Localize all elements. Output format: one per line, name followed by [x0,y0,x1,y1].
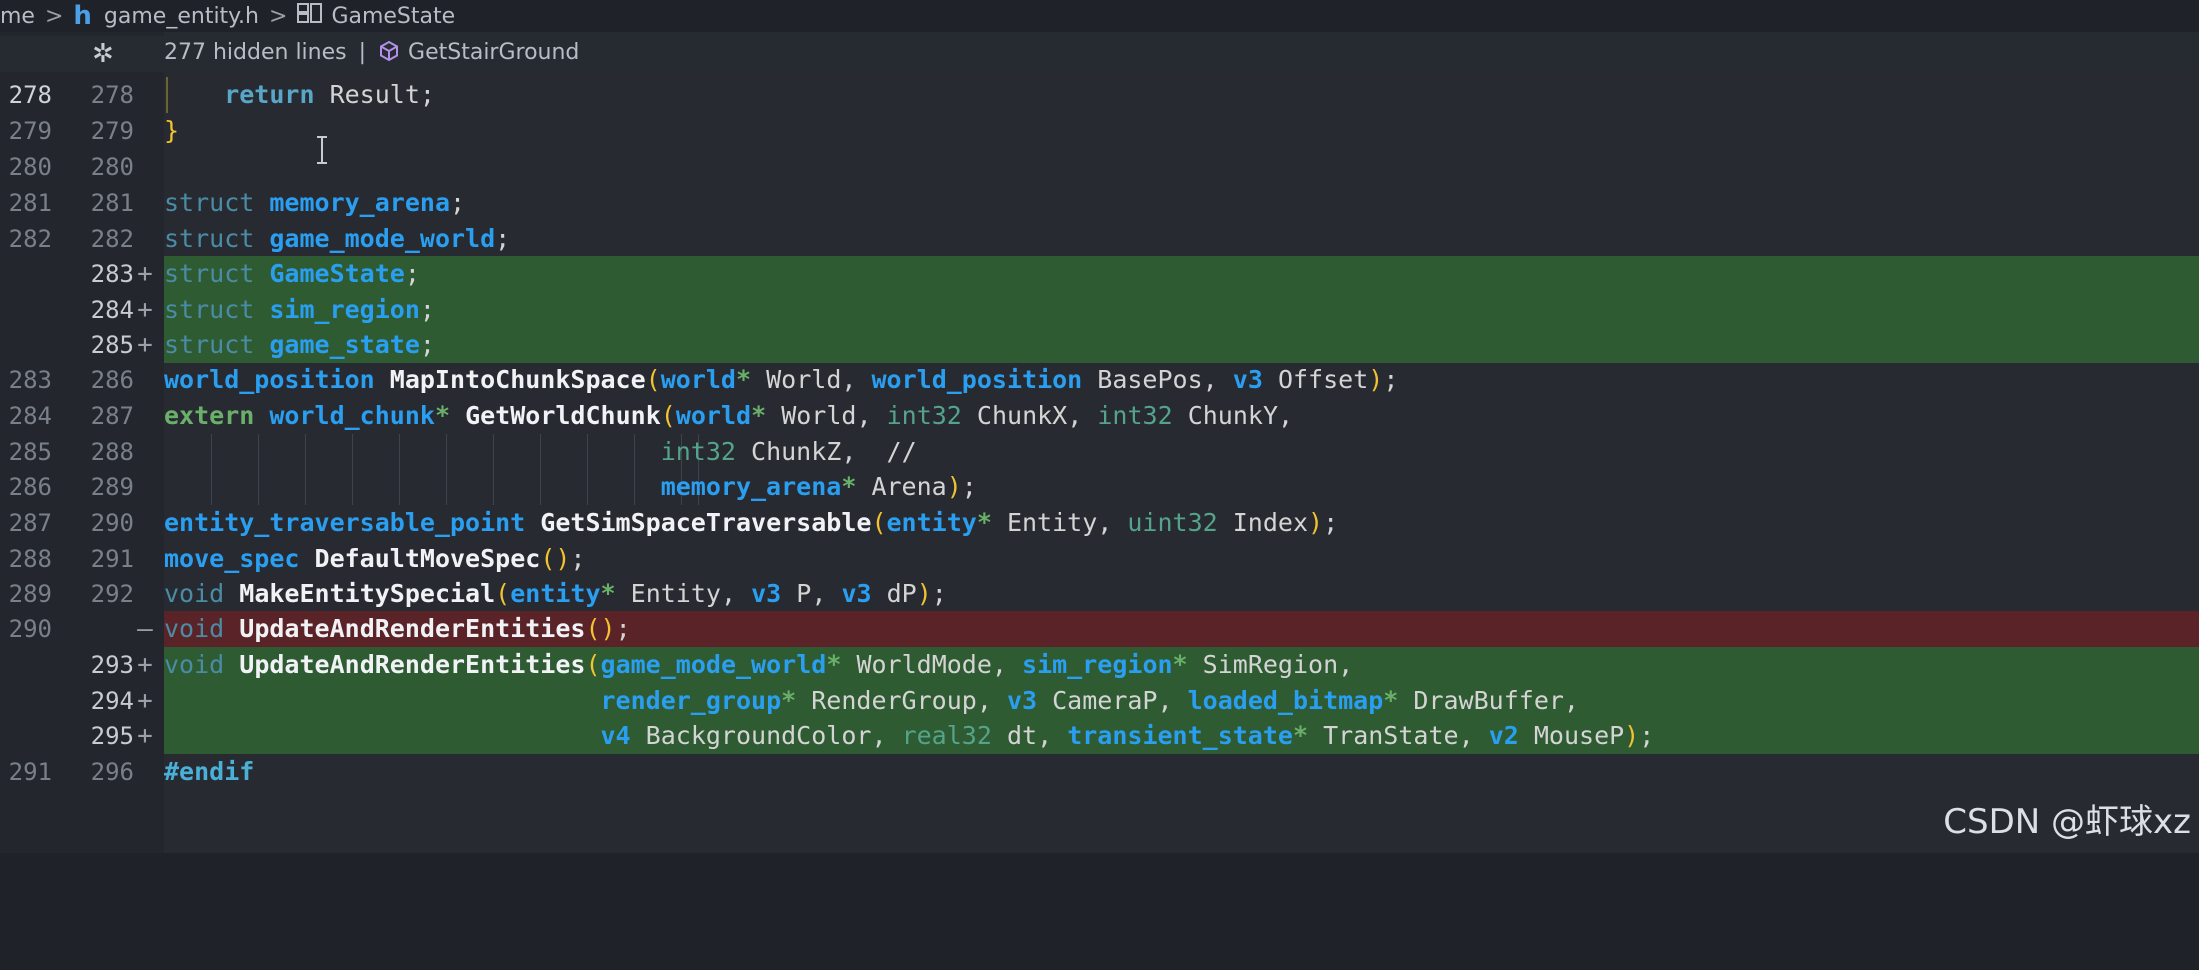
old-line-number: 291 [8,758,52,786]
hidden-lines-bar[interactable]: ✲ 277 hidden lines | GetStairGround [0,36,2199,72]
old-line-number: 283 [8,366,52,394]
code-line[interactable]: 281 281 struct memory_arena; [0,185,2199,221]
diff-added-marker: + [137,686,153,716]
old-line-number: 289 [8,580,52,608]
code-text: struct game_state; [164,330,435,359]
new-line-number: 293 [90,651,134,679]
code-line-added[interactable]: 284 + struct sim_region; [0,292,2199,328]
code-text: extern world_chunk* GetWorldChunk(world*… [164,401,1294,430]
diff-added-marker: + [137,295,153,325]
code-text: memory_arena* Arena); [660,472,977,501]
code-line[interactable]: 278 278 return Result; [0,77,2199,113]
breadcrumb: me > h game_entity.h > GameState [0,0,2199,32]
breadcrumb-symbol-label: GameState [331,3,456,29]
breadcrumb-folder-label: me [0,3,35,29]
new-line-number: 279 [90,117,134,145]
code-line-added[interactable]: 283 + struct GameState; [0,256,2199,292]
new-line-number: 294 [90,687,134,715]
new-line-number: 281 [90,189,134,217]
code-line-added[interactable]: 295 + v4 BackgroundColor, real32 dt, tra… [0,718,2199,754]
old-line-number: 280 [8,153,52,181]
new-line-number: 284 [90,296,134,324]
code-text: move_spec DefaultMoveSpec(); [164,544,586,573]
code-line[interactable]: 285 288 int32 ChunkZ, // [0,434,2199,470]
diff-added-marker: + [137,259,153,289]
code-text: void MakeEntitySpecial(entity* Entity, v… [164,579,947,608]
unfold-icon[interactable]: ✲ [92,39,114,69]
new-line-number: 278 [90,81,134,109]
code-line[interactable]: 284 287 extern world_chunk* GetWorldChun… [0,398,2199,434]
new-line-number: 292 [90,580,134,608]
new-line-number: 289 [90,473,134,501]
new-line-number: 280 [90,153,134,181]
old-line-number: 288 [8,545,52,573]
diff-added-marker: + [137,721,153,751]
code-text: } [164,116,180,145]
code-line[interactable]: 280 280 [0,149,2199,185]
new-line-number: 291 [90,545,134,573]
breadcrumb-symbol[interactable]: GameState [297,2,455,30]
code-text: #endif [164,757,255,786]
old-line-number: 279 [8,117,52,145]
old-line-number: 286 [8,473,52,501]
diff-removed-marker: — [137,614,153,644]
code-line[interactable]: 289 292 void MakeEntitySpecial(entity* E… [0,576,2199,612]
code-line-added[interactable]: 285 + struct game_state; [0,327,2199,363]
code-text: void UpdateAndRenderEntities(); [164,614,631,643]
code-text: int32 ChunkZ, // [660,437,917,466]
code-line[interactable]: 287 290 entity_traversable_point GetSimS… [0,505,2199,541]
new-line-number: 290 [90,509,134,537]
new-line-number: 282 [90,225,134,253]
sticky-symbol-label[interactable]: GetStairGround [408,40,579,65]
breadcrumb-file-label: game_entity.h [103,3,259,29]
old-line-number: 278 [8,81,52,109]
new-line-number: 296 [90,758,134,786]
code-line[interactable]: 288 291 move_spec DefaultMoveSpec(); [0,541,2199,577]
old-line-number: 281 [8,189,52,217]
code-line[interactable]: 279 279 } [0,113,2199,149]
old-line-number: 282 [8,225,52,253]
code-text: world_position MapIntoChunkSpace(world* … [164,365,1399,394]
code-text: struct game_mode_world; [164,224,511,253]
code-line-added[interactable]: 294 + render_group* RenderGroup, v3 Came… [0,683,2199,719]
code-line-removed[interactable]: 290 — void UpdateAndRenderEntities(); [0,611,2199,647]
breadcrumb-file[interactable]: h game_entity.h [73,1,259,31]
diff-added-marker: + [137,330,153,360]
text-cursor-icon [316,136,328,164]
code-line[interactable]: 282 282 struct game_mode_world; [0,221,2199,257]
new-line-number: 288 [90,438,134,466]
code-text: void UpdateAndRenderEntities(game_mode_w… [164,650,1354,679]
code-line[interactable]: 283 286 world_position MapIntoChunkSpace… [0,362,2199,398]
old-line-number: 287 [8,509,52,537]
old-line-number: 290 [8,615,52,643]
code-line[interactable]: 291 296 #endif [0,754,2199,790]
new-line-number: 286 [90,366,134,394]
code-text: render_group* RenderGroup, v3 CameraP, l… [600,686,1579,715]
new-line-number: 285 [90,331,134,359]
new-line-number: 287 [90,402,134,430]
new-line-number: 283 [90,260,134,288]
code-text: struct GameState; [164,259,420,288]
hidden-lines-label[interactable]: 277 hidden lines [164,40,347,65]
breadcrumb-folder[interactable]: me [0,4,35,29]
old-line-number: 285 [8,438,52,466]
separator: | [358,40,367,65]
struct-icon [297,2,323,30]
diff-added-marker: + [137,650,153,680]
code-text: entity_traversable_point GetSimSpaceTrav… [164,508,1339,537]
watermark: CSDN @虾球xz [1943,802,2191,842]
code-text: struct memory_arena; [164,188,466,217]
code-text: v4 BackgroundColor, real32 dt, transient… [600,721,1655,750]
chevron-right-icon: > [44,3,64,29]
old-line-number: 284 [8,402,52,430]
code-text: struct sim_region; [164,295,435,324]
code-line[interactable]: 286 289 memory_arena* Arena); [0,469,2199,505]
code-line-added[interactable]: 293 + void UpdateAndRenderEntities(game_… [0,647,2199,683]
new-line-number: 295 [90,722,134,750]
header-file-icon: h [73,1,92,31]
method-icon [378,40,400,68]
chevron-right-icon: > [269,3,288,29]
code-text: return Result; [164,80,435,109]
